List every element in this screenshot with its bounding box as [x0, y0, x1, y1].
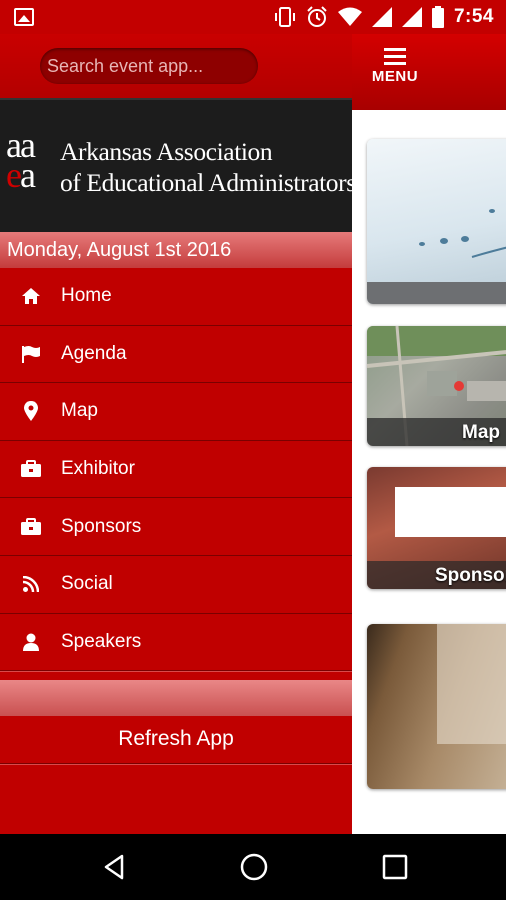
rss-icon [20, 574, 42, 594]
map-tile[interactable]: Map [367, 326, 506, 446]
list-icon [384, 48, 406, 66]
home-icon [20, 286, 42, 306]
event-date: Monday, August 1st 2016 [0, 232, 352, 268]
drawer-search-bar [0, 34, 352, 98]
nav-item-label: Speakers [61, 630, 142, 652]
nav-item-agenda[interactable]: Agenda [0, 325, 352, 384]
signal-icon [371, 7, 392, 27]
logo-mark-bottom: ea [6, 155, 36, 195]
battery-icon [431, 6, 444, 28]
recent-apps-icon[interactable] [380, 852, 410, 882]
wifi-icon [337, 7, 362, 26]
refresh-app-button[interactable]: Refresh App [0, 716, 352, 764]
alarm-icon [307, 6, 327, 27]
home-circle-icon[interactable] [239, 852, 269, 882]
water-drops-image [419, 209, 506, 258]
search-input[interactable] [40, 48, 258, 84]
aaea-logo: aa ea [6, 127, 56, 200]
association-banner: aa ea Arkansas Association of Educationa… [0, 98, 356, 232]
nav-drawer: aa ea Arkansas Association of Educationa… [0, 34, 356, 834]
tile-label-bar [367, 282, 506, 304]
sponsors-tile[interactable]: Sponsors [367, 467, 506, 589]
nav-item-label: Exhibitor [61, 458, 135, 480]
map-tile-label: Map [462, 422, 500, 443]
status-icons: 7:54 [274, 6, 494, 28]
menu-button[interactable]: MENU [365, 48, 425, 98]
nav-item-exhibitor[interactable]: Exhibitor [0, 440, 352, 499]
user-icon [20, 632, 42, 652]
briefcase-icon [20, 517, 42, 537]
association-name-line2: of Educational Administrators [60, 168, 356, 197]
vibrate-icon [274, 7, 295, 27]
home-tile[interactable] [367, 139, 506, 304]
map-marker-icon [20, 401, 42, 422]
nav-item-label: Agenda [61, 342, 127, 364]
association-name: Arkansas Association of Educational Admi… [60, 136, 356, 198]
flag-icon [20, 344, 42, 364]
nav-item-speakers[interactable]: Speakers [0, 613, 352, 672]
nav-item-social[interactable]: Social [0, 555, 352, 614]
sponsor-banner-image [395, 487, 506, 537]
nav-item-label: Sponsors [61, 515, 142, 537]
image-icon [14, 8, 34, 26]
drawer-nav-list: Home Agenda Map Exhibitor Sponsors Socia… [0, 268, 352, 672]
nav-item-map[interactable]: Map [0, 383, 352, 441]
nav-item-home[interactable]: Home [0, 268, 352, 326]
system-nav-bar [0, 834, 506, 900]
sponsors-tile-label: Sponsors [435, 565, 506, 586]
presentation-screen-image [437, 624, 506, 744]
association-name-line1: Arkansas Association [60, 137, 273, 166]
nav-item-label: Home [61, 285, 112, 307]
nav-item-label: Map [61, 400, 98, 422]
back-icon[interactable] [100, 852, 130, 882]
menu-label: MENU [371, 68, 419, 85]
signal-icon [401, 7, 422, 27]
status-time: 7:54 [453, 6, 494, 27]
speakers-tile[interactable] [367, 624, 506, 789]
nav-item-sponsors[interactable]: Sponsors [0, 498, 352, 556]
drawer-divider-bar [0, 680, 352, 716]
briefcase-icon [20, 459, 42, 479]
nav-item-label: Social [61, 573, 113, 595]
status-bar: 7:54 [0, 0, 506, 34]
